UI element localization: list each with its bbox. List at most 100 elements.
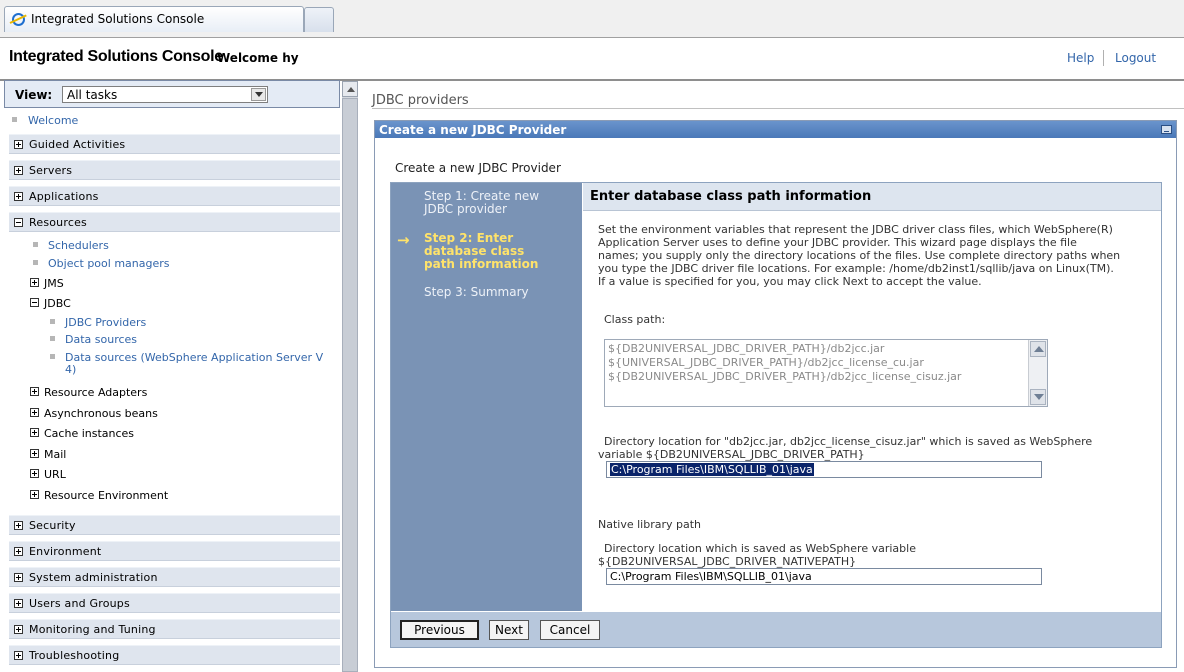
- bullet-icon: [33, 242, 38, 247]
- dir2-label-cont: ${DB2UNIVERSAL_JDBC_DRIVER_NATIVEPATH}: [598, 555, 857, 568]
- console-header: Integrated Solutions Console Welcome hy …: [0, 38, 1184, 81]
- welcome-user: Welcome hy: [217, 51, 299, 65]
- nav-category-label: Security: [29, 519, 76, 532]
- class-path-line: ${DB2UNIVERSAL_JDBC_DRIVER_PATH}/db2jcc_…: [608, 370, 962, 383]
- expand-icon[interactable]: [14, 166, 23, 175]
- scrollbar-thumb[interactable]: [342, 98, 358, 672]
- expand-icon[interactable]: [30, 408, 39, 417]
- wizard-steps: Step 1: Create new JDBC provider Step 2:…: [391, 183, 582, 611]
- dir1-label: Directory location for "db2jcc.jar, db2j…: [604, 435, 1093, 448]
- expand-icon[interactable]: [14, 573, 23, 582]
- collapse-icon[interactable]: [14, 218, 23, 227]
- nav-scrollbar[interactable]: [342, 81, 358, 672]
- nav-category-label: Resources: [29, 216, 87, 229]
- console-brand: Integrated Solutions Console: [9, 48, 223, 65]
- logout-link[interactable]: Logout: [1115, 51, 1156, 65]
- panel-title: Create a new JDBC Provider: [379, 123, 567, 137]
- ie-icon: [12, 13, 25, 26]
- content-title: Enter database class path information: [590, 189, 872, 204]
- expand-icon[interactable]: [14, 625, 23, 634]
- expand-icon[interactable]: [30, 469, 39, 478]
- nav-category-system-administration[interactable]: System administration: [9, 567, 340, 587]
- step-2-label-cont2: path information: [424, 257, 539, 271]
- browser-tab-active[interactable]: Integrated Solutions Console: [4, 6, 304, 32]
- class-path-textarea[interactable]: ${DB2UNIVERSAL_JDBC_DRIVER_PATH}/db2jcc.…: [604, 339, 1048, 407]
- description-line: If a value is specified for you, you may…: [598, 275, 982, 288]
- view-label: View:: [15, 88, 53, 102]
- nav-category-environment[interactable]: Environment: [9, 541, 340, 561]
- expand-icon[interactable]: [30, 449, 39, 458]
- expand-icon[interactable]: [30, 278, 39, 287]
- wizard-subtitle: Create a new JDBC Provider: [395, 161, 561, 175]
- new-tab-button[interactable]: [304, 7, 334, 32]
- description-line: Set the environment variables that repre…: [598, 223, 1113, 236]
- nav-category-troubleshooting[interactable]: Troubleshooting: [9, 645, 340, 665]
- nav-category-applications[interactable]: Applications: [9, 186, 340, 206]
- nav-item-resource-environment[interactable]: Resource Environment: [44, 489, 168, 502]
- step-1-label-cont[interactable]: JDBC provider: [424, 203, 507, 216]
- nav-category-users-and-groups[interactable]: Users and Groups: [9, 593, 340, 613]
- expand-icon[interactable]: [30, 428, 39, 437]
- expand-icon[interactable]: [14, 547, 23, 556]
- nav-item-resource-adapters[interactable]: Resource Adapters: [44, 386, 147, 399]
- nav-category-resources[interactable]: Resources: [9, 212, 340, 232]
- minimize-icon[interactable]: [1161, 125, 1172, 134]
- nav-category-guided[interactable]: Guided Activities: [9, 134, 340, 154]
- view-select-value: All tasks: [67, 88, 118, 102]
- nav-item-jdbc-providers[interactable]: JDBC Providers: [65, 316, 146, 329]
- bullet-icon: [33, 260, 38, 265]
- textarea-scrollbar[interactable]: [1028, 340, 1047, 406]
- view-select[interactable]: All tasks: [62, 86, 268, 103]
- description-line: names; you supply only the directory loc…: [598, 249, 1121, 262]
- nav-item-cache-instances[interactable]: Cache instances: [44, 427, 134, 440]
- browser-tab-strip: Integrated Solutions Console: [0, 0, 1184, 38]
- dir2-label: Directory location which is saved as Web…: [604, 542, 916, 555]
- nav-item-object-pool-managers[interactable]: Object pool managers: [48, 257, 170, 270]
- nav-category-servers[interactable]: Servers: [9, 160, 340, 180]
- nav-item-data-sources-v4-cont[interactable]: 4): [65, 363, 76, 376]
- nav-category-label: System administration: [29, 571, 158, 584]
- class-path-line: ${DB2UNIVERSAL_JDBC_DRIVER_PATH}/db2jcc.…: [608, 342, 885, 355]
- step-3-label[interactable]: Step 3: Summary: [424, 286, 529, 299]
- expand-icon[interactable]: [30, 387, 39, 396]
- next-button[interactable]: Next: [489, 620, 529, 640]
- panel-header: Create a new JDBC Provider: [375, 121, 1176, 138]
- class-path-line: ${UNIVERSAL_JDBC_DRIVER_PATH}/db2jcc_lic…: [608, 356, 924, 369]
- native-library-label: Native library path: [598, 518, 702, 531]
- expand-icon[interactable]: [14, 651, 23, 660]
- scroll-up-icon[interactable]: [342, 81, 358, 97]
- driver-path-value: C:\Program Files\IBM\SQLLIB_01\java: [610, 463, 814, 476]
- nav-item-data-sources-v4[interactable]: Data sources (WebSphere Application Serv…: [65, 351, 323, 364]
- breadcrumb-divider: [372, 108, 1184, 109]
- collapse-icon[interactable]: [30, 298, 39, 307]
- nav-item-jms[interactable]: JMS: [44, 277, 64, 290]
- expand-icon[interactable]: [14, 140, 23, 149]
- nav-category-label: Applications: [29, 190, 99, 203]
- nav-item-jdbc[interactable]: JDBC: [44, 297, 71, 310]
- nav-item-mail[interactable]: Mail: [44, 448, 66, 461]
- native-path-input[interactable]: C:\Program Files\IBM\SQLLIB_01\java: [606, 568, 1042, 585]
- help-link[interactable]: Help: [1067, 51, 1094, 65]
- nav-category-label: Servers: [29, 164, 73, 177]
- nav-item-data-sources[interactable]: Data sources: [65, 333, 137, 346]
- cancel-button[interactable]: Cancel: [540, 620, 600, 640]
- breadcrumb: JDBC providers: [372, 93, 469, 108]
- current-step-arrow-icon: →: [397, 231, 410, 249]
- driver-path-input[interactable]: C:\Program Files\IBM\SQLLIB_01\java: [606, 461, 1042, 478]
- bullet-icon: [50, 319, 55, 324]
- nav-category-label: Troubleshooting: [29, 649, 120, 662]
- nav-category-monitoring[interactable]: Monitoring and Tuning: [9, 619, 340, 639]
- nav-item-url[interactable]: URL: [44, 468, 66, 481]
- chevron-down-icon[interactable]: [251, 88, 266, 101]
- scroll-up-icon[interactable]: [1030, 341, 1046, 357]
- nav-item-schedulers[interactable]: Schedulers: [48, 239, 109, 252]
- expand-icon[interactable]: [30, 490, 39, 499]
- expand-icon[interactable]: [14, 599, 23, 608]
- expand-icon[interactable]: [14, 521, 23, 530]
- nav-category-security[interactable]: Security: [9, 515, 340, 535]
- nav-welcome[interactable]: Welcome: [28, 114, 78, 127]
- previous-button[interactable]: Previous: [400, 620, 479, 640]
- nav-item-asynchronous-beans[interactable]: Asynchronous beans: [44, 407, 158, 420]
- scroll-down-icon[interactable]: [1030, 389, 1046, 405]
- expand-icon[interactable]: [14, 192, 23, 201]
